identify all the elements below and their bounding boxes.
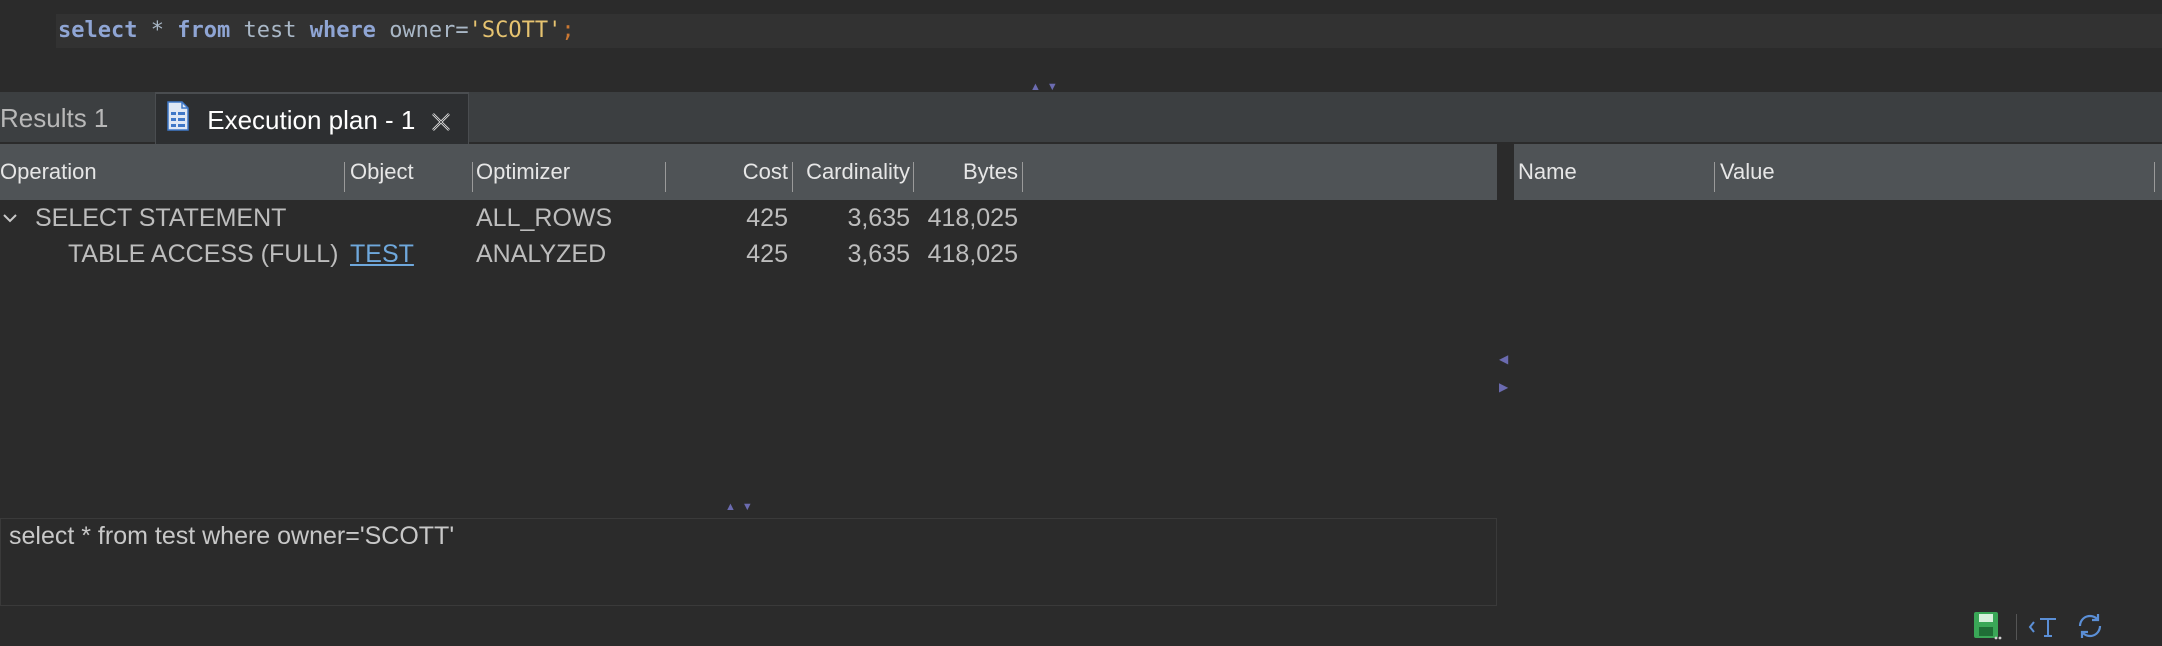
- plan-row-optimizer: ANALYZED: [476, 240, 607, 268]
- sql-column: owner=: [389, 18, 469, 43]
- sql-semicolon: ;: [561, 18, 575, 43]
- column-header-object[interactable]: Object: [350, 144, 470, 200]
- toolbar-divider: [2016, 614, 2017, 640]
- tab-execution-plan-1-label: Execution plan - 1: [207, 105, 416, 135]
- properties-panel: Name Value: [1514, 144, 2162, 604]
- sql-editor-line[interactable]: select * from test where owner='SCOTT';: [56, 14, 2162, 48]
- plan-row-operation: SELECT STATEMENT: [35, 204, 287, 232]
- column-header-cost[interactable]: Cost: [668, 144, 788, 200]
- column-divider[interactable]: [792, 162, 793, 192]
- column-header-cardinality[interactable]: Cardinality: [795, 144, 910, 200]
- tab-execution-plan-1[interactable]: Execution plan - 1: [155, 92, 469, 144]
- sql-table-name: test: [243, 18, 297, 43]
- sql-star: *: [150, 18, 164, 43]
- plan-row-cardinality: 3,635: [847, 240, 910, 268]
- plan-row-cardinality: 3,635: [847, 204, 910, 232]
- plan-properties-sash[interactable]: ◀ ▶: [1497, 144, 1513, 604]
- column-header-bytes[interactable]: Bytes: [916, 144, 1018, 200]
- refresh-link-icon[interactable]: [2074, 610, 2106, 646]
- column-divider[interactable]: [913, 162, 914, 192]
- sash-right-arrow-icon[interactable]: ▶: [1499, 380, 1508, 394]
- column-divider[interactable]: [1022, 162, 1023, 192]
- save-icon[interactable]: [1972, 610, 2004, 646]
- plan-row-operation: TABLE ACCESS (FULL): [68, 240, 339, 268]
- execution-plan-doc-icon: [166, 96, 190, 148]
- column-divider[interactable]: [472, 162, 473, 192]
- column-divider[interactable]: [344, 162, 345, 192]
- column-divider[interactable]: [2154, 162, 2155, 192]
- sql-keyword-where: where: [309, 18, 376, 43]
- plan-grid-header: Operation Object Optimizer Cost Cardinal…: [0, 144, 1497, 200]
- tab-results-1-label: Results 1: [0, 103, 109, 133]
- plan-row-bytes: 418,025: [927, 240, 1018, 268]
- execution-plan-grid: Operation Object Optimizer Cost Cardinal…: [0, 144, 1497, 516]
- query-text: select * from test where owner='SCOTT': [9, 522, 455, 550]
- grid-text-sash-arrows-icon[interactable]: ▲▼: [725, 502, 759, 513]
- text-format-icon[interactable]: [2028, 610, 2062, 646]
- column-header-name[interactable]: Name: [1518, 144, 1718, 200]
- plan-row-cost: 425: [746, 204, 788, 232]
- tab-results-1[interactable]: Results 1: [0, 92, 108, 144]
- sql-editor[interactable]: select * from test where owner='SCOTT'; …: [0, 0, 2162, 93]
- editor-results-sash-arrows-icon[interactable]: ▲▼: [1030, 82, 1064, 93]
- plan-row-optimizer: ALL_ROWS: [476, 204, 613, 232]
- column-divider[interactable]: [1714, 162, 1715, 192]
- sql-string-literal: 'SCOTT': [468, 18, 562, 43]
- chevron-down-icon[interactable]: [2, 200, 18, 234]
- results-tab-bar: Results 1 Execution plan - 1: [0, 92, 2162, 144]
- plan-row-bytes: 418,025: [927, 204, 1018, 232]
- properties-header: Name Value: [1514, 144, 2162, 200]
- sql-keyword-from: from: [177, 18, 231, 43]
- status-toolbar: [1962, 606, 2162, 646]
- column-header-optimizer[interactable]: Optimizer: [476, 144, 656, 200]
- column-divider[interactable]: [665, 162, 666, 192]
- sql-keyword-select: select: [58, 18, 138, 43]
- plan-row[interactable]: TABLE ACCESS (FULL) TEST ANALYZED 425 3,…: [0, 236, 1497, 272]
- sash-left-arrow-icon[interactable]: ◀: [1499, 352, 1508, 366]
- plan-row-object-link[interactable]: TEST: [350, 236, 414, 272]
- column-header-value[interactable]: Value: [1720, 144, 2020, 200]
- column-header-operation[interactable]: Operation: [0, 144, 340, 200]
- query-text-preview[interactable]: select * from test where owner='SCOTT': [0, 518, 1497, 606]
- close-icon[interactable]: [430, 94, 452, 146]
- plan-row-cost: 425: [746, 240, 788, 268]
- plan-row[interactable]: SELECT STATEMENT ALL_ROWS 425 3,635 418,…: [0, 200, 1497, 236]
